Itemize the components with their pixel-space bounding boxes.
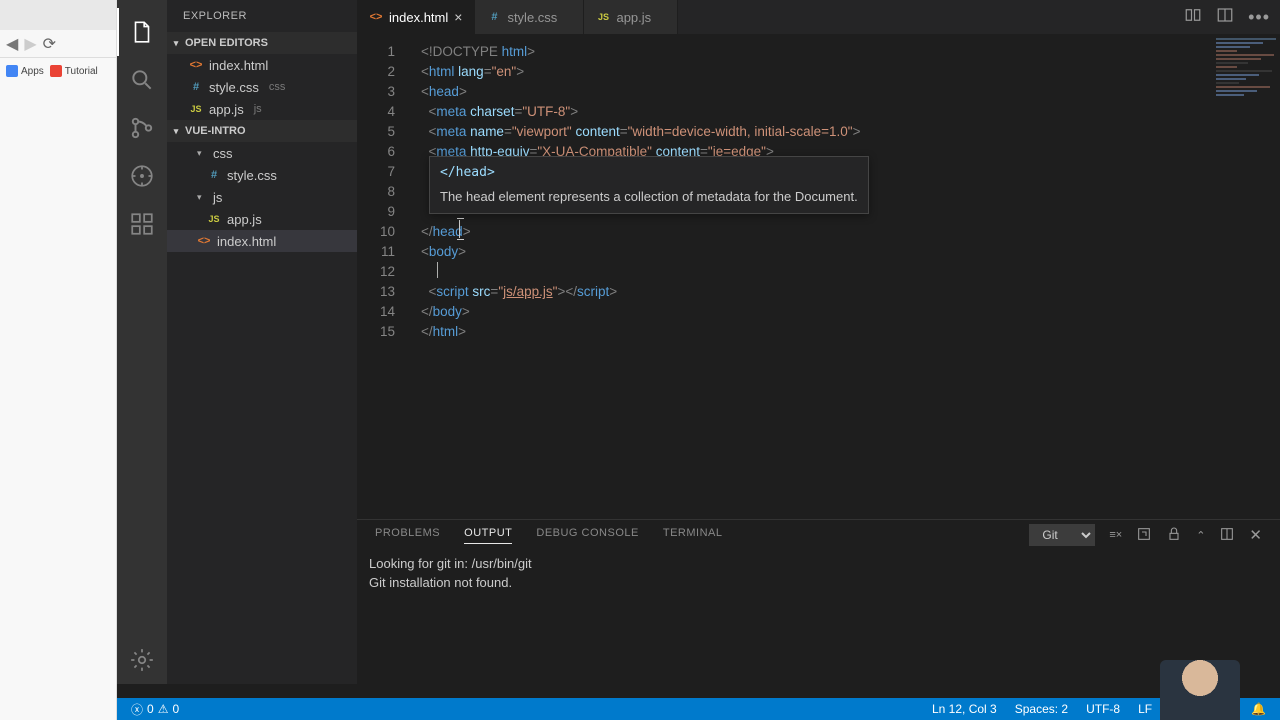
panel-tab[interactable]: DEBUG CONSOLE [536,527,638,544]
project-header[interactable]: ▾ VUE-INTRO [167,120,357,142]
js-file-icon: JS [207,214,221,224]
html-file-icon: <> [197,235,211,247]
activity-debug-icon[interactable] [117,152,167,200]
editor-tab[interactable]: #style.css× [475,0,584,34]
webcam-overlay [1160,660,1240,720]
chevron-down-icon: ▾ [171,38,181,49]
notifications-icon[interactable]: 🔔 [1247,698,1270,720]
file-item[interactable]: JSapp.js [167,208,357,230]
vscode-window: EXPLORER ▾ OPEN EDITORS <>index.html#sty… [117,0,1280,720]
minimap[interactable] [1216,38,1276,138]
html-file-icon: <> [189,59,203,71]
file-item[interactable]: #style.css [167,164,357,186]
html-file-icon: <> [369,11,383,23]
code-editor[interactable]: 123456789101112131415 </head> The head e… [357,34,1280,519]
css-file-icon: # [487,11,501,23]
chevron-down-icon: ▾ [197,148,207,159]
editor-tabs: <>index.html×#style.css×JSapp.js× ••• [357,0,1280,34]
bottom-panel: PROBLEMSOUTPUTDEBUG CONSOLETERMINAL Git … [357,519,1280,684]
activity-files-icon[interactable] [117,8,167,56]
warning-icon: ⚠ [158,702,169,716]
status-eol[interactable]: LF [1134,698,1156,720]
open-editor-item[interactable]: JSapp.jsjs [167,98,357,120]
hover-tooltip: </head> The head element represents a co… [429,156,869,214]
js-file-icon: JS [596,12,610,22]
hover-tag: </head> [440,163,858,183]
editor-tab[interactable]: JSapp.js× [584,0,678,34]
folder-item[interactable]: ▾js [167,186,357,208]
hover-description: The head element represents a collection… [440,187,858,207]
more-icon[interactable]: ••• [1248,7,1270,28]
status-cursor-position[interactable]: Ln 12, Col 3 [928,698,1001,720]
panel-tab[interactable]: OUTPUT [464,527,512,544]
gear-icon[interactable] [117,636,167,684]
browser-toolbar: ◀ ▶ ⟳ [0,30,116,58]
open-editor-item[interactable]: <>index.html [167,54,357,76]
activity-extensions-icon[interactable] [117,200,167,248]
folder-item[interactable]: ▾css [167,142,357,164]
open-file-icon[interactable] [1136,526,1152,545]
split-editor-icon[interactable] [1216,6,1234,29]
activity-git-icon[interactable] [117,104,167,152]
editor-tab[interactable]: <>index.html× [357,0,475,34]
panel-tab[interactable]: PROBLEMS [375,527,440,544]
reload-icon[interactable]: ⟳ [43,34,56,54]
background-browser-window: ◀ ▶ ⟳ Apps Tutorial [0,0,117,720]
chevron-down-icon: ▾ [197,192,207,203]
activity-search-icon[interactable] [117,56,167,104]
js-file-icon: JS [189,104,203,114]
bookmark-item[interactable]: Apps [6,65,44,77]
close-icon[interactable]: × [454,10,462,24]
compare-changes-icon[interactable] [1184,6,1202,29]
css-file-icon: # [189,81,203,93]
clear-output-icon[interactable]: ≡× [1109,529,1122,541]
explorer-sidebar: EXPLORER ▾ OPEN EDITORS <>index.html#sty… [167,0,357,684]
bookmark-item[interactable]: Tutorial [50,65,98,77]
output-body[interactable]: Looking for git in: /usr/bin/gitGit inst… [357,550,1280,684]
panel-tabs: PROBLEMSOUTPUTDEBUG CONSOLETERMINAL Git … [357,520,1280,550]
chevron-down-icon: ▾ [171,126,181,137]
editor-toolbar-right: ••• [1174,0,1280,34]
browser-bookmarks-bar: Apps Tutorial [0,58,116,84]
forward-icon: ▶ [24,34,36,54]
back-icon[interactable]: ◀ [6,34,18,54]
maximize-panel-icon[interactable] [1219,526,1235,545]
open-editors-header[interactable]: ▾ OPEN EDITORS [167,32,357,54]
file-item[interactable]: <>index.html [167,230,357,252]
chevron-up-icon[interactable]: ⌃ [1196,529,1205,542]
error-icon: ⓧ [131,701,143,718]
text-cursor-icon [459,220,460,238]
close-panel-icon[interactable]: ✕ [1249,526,1262,544]
line-number-gutter: 123456789101112131415 [357,34,409,519]
sidebar-title: EXPLORER [167,0,357,32]
output-channel-select[interactable]: Git [1029,524,1095,546]
status-indentation[interactable]: Spaces: 2 [1011,698,1072,720]
status-errors[interactable]: ⓧ0 ⚠0 [127,698,183,720]
activity-bar [117,0,167,684]
status-encoding[interactable]: UTF-8 [1082,698,1124,720]
open-editor-item[interactable]: #style.csscss [167,76,357,98]
lock-scroll-icon[interactable] [1166,526,1182,545]
browser-tab [0,0,116,30]
panel-tab[interactable]: TERMINAL [663,527,723,544]
status-bar: ⓧ0 ⚠0 Ln 12, Col 3 Spaces: 2 UTF-8 LF HT… [117,698,1280,720]
css-file-icon: # [207,169,221,181]
